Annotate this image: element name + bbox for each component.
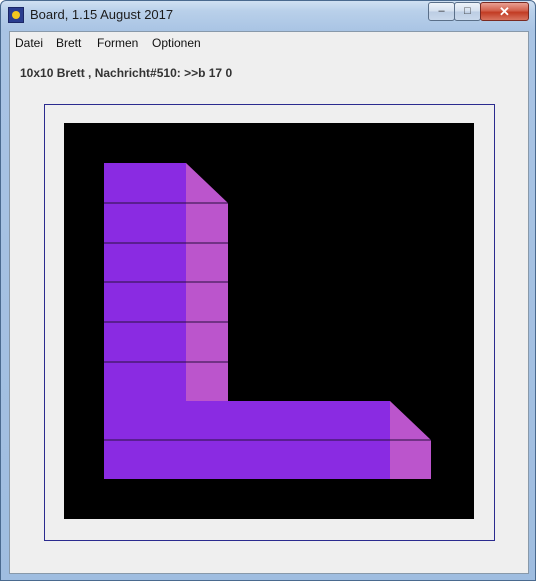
- menu-brett[interactable]: Brett: [56, 36, 81, 50]
- l-block: [104, 163, 186, 203]
- l-block-side: [186, 362, 228, 401]
- l-block-side: [186, 243, 228, 282]
- app-window: Board, 1.15 August 2017 – □ ✕ Datei Bret…: [0, 0, 536, 581]
- menu-formen[interactable]: Formen: [97, 36, 138, 50]
- l-block: [104, 440, 390, 479]
- title-bar[interactable]: Board, 1.15 August 2017 – □ ✕: [1, 1, 535, 30]
- l-top-bevel: [186, 163, 228, 203]
- menu-datei[interactable]: Datei: [15, 36, 43, 50]
- board-svg: [104, 163, 431, 479]
- client-area: Datei Brett Formen Optionen 10x10 Brett …: [9, 31, 529, 574]
- status-label: 10x10 Brett , Nachricht#510: >>b 17 0: [20, 66, 233, 80]
- l-block: [104, 282, 186, 322]
- l-block-side: [186, 282, 228, 322]
- l-block: [104, 203, 186, 243]
- window-title: Board, 1.15 August 2017: [30, 7, 174, 22]
- maximize-button[interactable]: □: [454, 2, 481, 21]
- l-block: [104, 322, 186, 362]
- l-right-bevel: [390, 401, 431, 440]
- close-button[interactable]: ✕: [480, 2, 529, 21]
- l-block: [104, 362, 186, 401]
- minimize-button[interactable]: –: [428, 2, 455, 21]
- board-canvas[interactable]: [64, 123, 474, 519]
- menu-optionen[interactable]: Optionen: [152, 36, 201, 50]
- menu-bar: Datei Brett Formen Optionen: [10, 32, 528, 54]
- app-icon: [8, 7, 24, 23]
- l-block-side: [186, 322, 228, 362]
- l-block-side: [186, 203, 228, 243]
- l-block-side: [390, 440, 431, 479]
- l-block: [104, 401, 390, 440]
- l-block: [104, 243, 186, 282]
